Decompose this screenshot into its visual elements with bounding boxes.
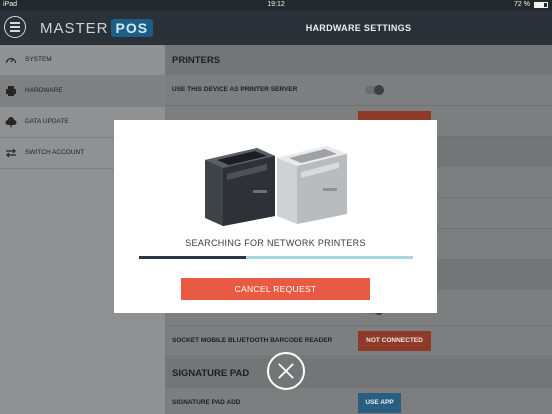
sidebar-item-system[interactable]: SYSTEM [0, 45, 165, 76]
use-app-button[interactable]: USE APP [358, 393, 401, 413]
barcode-status-button[interactable]: NOT CONNECTED [358, 331, 431, 351]
app-logo: MASTER POS [40, 18, 154, 38]
sidebar-item-label: SWITCH ACCOUNT [25, 149, 85, 156]
sidebar-item-hardware[interactable]: HARDWARE [0, 76, 165, 107]
sidebar-item-label: DATA UPDATE [25, 118, 69, 125]
clock: 19:12 [267, 1, 285, 8]
section-title: SIGNATURE PAD [172, 368, 250, 379]
setting-label: USE THIS DEVICE AS PRINTER SERVER [172, 86, 298, 93]
section-header-signature-pad: SIGNATURE PAD [165, 358, 552, 388]
setting-row-signature-pad: SIGNATURE PAD ADD USE APP [165, 388, 552, 414]
cancel-request-button[interactable]: CANCEL REQUEST [181, 278, 370, 300]
searching-message: SEARCHING FOR NETWORK PRINTERS [185, 238, 366, 248]
gauge-icon [5, 57, 17, 64]
hamburger-menu-icon[interactable] [4, 16, 26, 38]
sidebar-item-label: SYSTEM [25, 56, 52, 63]
close-icon[interactable] [267, 352, 305, 390]
setting-row-barcode-bluetooth: SOCKET MOBILE BLUETOOTH BARCODE READER N… [165, 326, 552, 357]
top-bar: MASTER POS HARDWARE SETTINGS [0, 11, 552, 45]
section-header-printers: PRINTERS [165, 45, 552, 75]
logo-text: MASTER [40, 19, 109, 37]
setting-label: SOCKET MOBILE BLUETOOTH BARCODE READER [172, 337, 333, 344]
setting-label: SIGNATURE PAD ADD [172, 399, 241, 406]
sidebar-item-label: HARDWARE [25, 87, 63, 94]
search-progress-bar [139, 256, 413, 259]
cloud-icon [5, 117, 17, 128]
printer-icon [6, 86, 16, 96]
setting-row-printer-server: USE THIS DEVICE AS PRINTER SERVER [165, 75, 552, 106]
printer-search-dialog: SEARCHING FOR NETWORK PRINTERS CANCEL RE… [114, 120, 437, 313]
printer-server-toggle[interactable] [365, 85, 384, 95]
switch-arrows-icon [6, 148, 16, 158]
printers-illustration [205, 146, 347, 226]
logo-badge: POS [110, 19, 154, 37]
status-bar: iPad 19:12 72 % [0, 0, 552, 11]
battery-percent: 72 % [514, 1, 530, 8]
progress-fill [139, 256, 246, 259]
section-title: PRINTERS [172, 55, 221, 66]
battery-icon [534, 2, 548, 8]
page-title: HARDWARE SETTINGS [305, 23, 412, 33]
